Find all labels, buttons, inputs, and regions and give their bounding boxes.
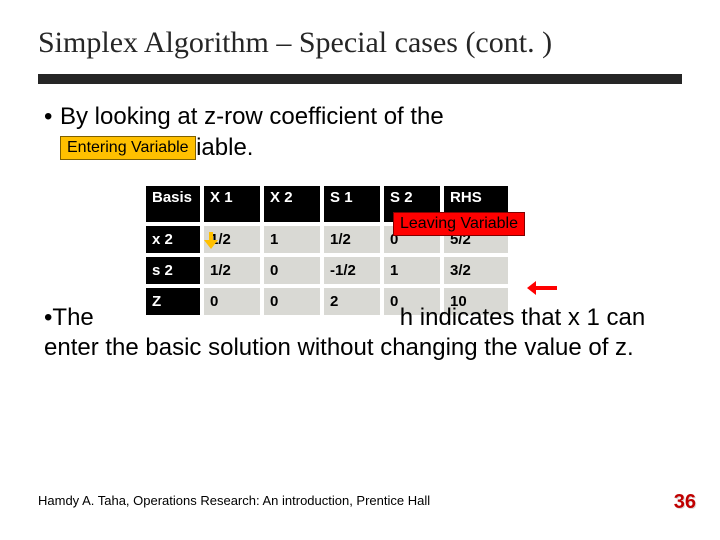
cell: 0 xyxy=(262,255,322,286)
entering-variable-label: Entering Variable xyxy=(60,136,196,160)
cell: 1/2 xyxy=(202,255,262,286)
bullet2-rest: h indicates that x 1 can enter the basic… xyxy=(44,304,645,361)
bullet-1: •By looking at z-row coefficient of the xyxy=(44,102,682,132)
footer-citation: Hamdy A. Taha, Operations Research: An i… xyxy=(38,493,430,508)
row-basis: s 2 xyxy=(146,255,202,286)
bullet1-line2-wrap: nonbasic variable. Entering Variable xyxy=(60,134,682,164)
cell: -1/2 xyxy=(322,255,382,286)
bullet1-line1: By looking at z-row coefficient of the xyxy=(60,103,444,130)
bullet-dot: • xyxy=(44,102,60,132)
th-x2: X 2 xyxy=(262,186,322,224)
bullet-2: •Theh indicates that x 1 can enter the b… xyxy=(44,303,682,363)
cell: 1 xyxy=(262,224,322,255)
simplex-table: Basis X 1 X 2 S 1 S 2 RHS x 2 1/2 1 1/2 … xyxy=(146,186,508,315)
slide-title: Simplex Algorithm – Special cases (cont.… xyxy=(38,26,682,60)
leaving-variable-label: Leaving Variable xyxy=(393,212,525,236)
slide: Simplex Algorithm – Special cases (cont.… xyxy=(0,0,720,540)
page-number: 36 xyxy=(674,491,696,514)
table-row: s 2 1/2 0 -1/2 1 3/2 xyxy=(146,255,508,286)
th-x1: X 1 xyxy=(202,186,262,224)
bullet2-prefix: The xyxy=(52,304,93,331)
row-basis: x 2 xyxy=(146,224,202,255)
cell: 1/2 xyxy=(322,224,382,255)
cell: 1 xyxy=(382,255,442,286)
simplex-table-wrap: Basis X 1 X 2 S 1 S 2 RHS x 2 1/2 1 1/2 … xyxy=(146,186,682,315)
th-s1: S 1 xyxy=(322,186,382,224)
cell: 3/2 xyxy=(442,255,508,286)
th-basis: Basis xyxy=(146,186,202,224)
title-rule xyxy=(38,74,682,84)
